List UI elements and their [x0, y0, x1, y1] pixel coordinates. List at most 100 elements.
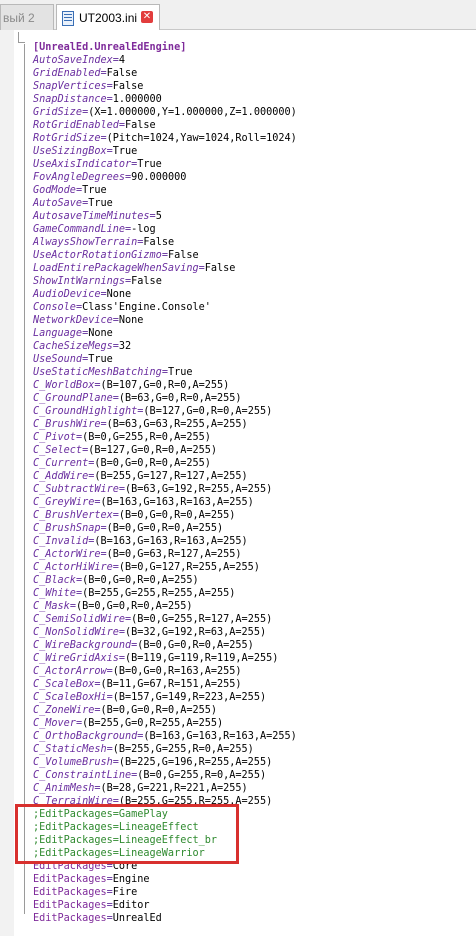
- code-line[interactable]: C_White=(B=255,G=255,R=255,A=255): [33, 587, 297, 600]
- code-line[interactable]: UseStaticMeshBatching=True: [33, 366, 297, 379]
- code-line[interactable]: EditPackages=Engine: [33, 873, 297, 886]
- setting-key: C_ActorArrow: [33, 666, 107, 677]
- code-line[interactable]: UseAxisIndicator=True: [33, 158, 297, 171]
- code-line[interactable]: C_ScaleBox=(B=11,G=67,R=151,A=255): [33, 678, 297, 691]
- code-line[interactable]: C_AddWire=(B=255,G=127,R=127,A=255): [33, 470, 297, 483]
- comment-text: ;EditPackages=GamePlay: [33, 809, 168, 820]
- code-line[interactable]: ShowIntWarnings=False: [33, 275, 297, 288]
- setting-value: (B=157,G=149,R=223,A=255): [112, 692, 267, 703]
- code-line[interactable]: C_Mover=(B=255,G=0,R=255,A=255): [33, 717, 297, 730]
- setting-value: (B=225,G=196,R=255,A=255): [118, 757, 273, 768]
- code-line[interactable]: C_ActorHiWire=(B=0,G=127,R=255,A=255): [33, 561, 297, 574]
- code-line[interactable]: LoadEntirePackageWhenSaving=False: [33, 262, 297, 275]
- code-line[interactable]: AudioDevice=None: [33, 288, 297, 301]
- code-line[interactable]: C_Current=(B=0,G=0,R=0,A=255): [33, 457, 297, 470]
- code-line[interactable]: ;EditPackages=LineageEffect_br: [33, 834, 297, 847]
- code-line[interactable]: C_ScaleBoxHi=(B=157,G=149,R=223,A=255): [33, 691, 297, 704]
- code-line[interactable]: C_Black=(B=0,G=0,R=0,A=255): [33, 574, 297, 587]
- code-line[interactable]: GameCommandLine=-log: [33, 223, 297, 236]
- setting-value: True: [82, 185, 107, 196]
- code-line[interactable]: CacheSizeMegs=32: [33, 340, 297, 353]
- code-line[interactable]: ;EditPackages=GamePlay: [33, 808, 297, 821]
- code-line[interactable]: GridSize=(X=1.000000,Y=1.000000,Z=1.0000…: [33, 106, 297, 119]
- code-line[interactable]: C_GreyWire=(B=163,G=163,R=163,A=255): [33, 496, 297, 509]
- setting-key: C_WorldBox: [33, 380, 95, 391]
- code-line[interactable]: AutoSaveIndex=4: [33, 54, 297, 67]
- setting-key: C_BrushVertex: [33, 510, 113, 521]
- setting-key: C_VolumeBrush: [33, 757, 113, 768]
- close-icon[interactable]: ✕: [141, 11, 153, 23]
- code-line[interactable]: C_Select=(B=127,G=0,R=0,A=255): [33, 444, 297, 457]
- code-line[interactable]: UseActorRotationGizmo=False: [33, 249, 297, 262]
- text-editor[interactable]: [UnrealEd.UnrealEdEngine] AutoSaveIndex=4…: [0, 30, 476, 936]
- setting-value: (B=11,G=67,R=151,A=255): [100, 679, 242, 690]
- code-line[interactable]: RotGridSize=(Pitch=1024,Yaw=1024,Roll=10…: [33, 132, 297, 145]
- code-line[interactable]: EditPackages=UnrealEd: [33, 912, 297, 925]
- setting-value: (B=255,G=255,R=255,A=255): [82, 588, 236, 599]
- fold-marker[interactable]: [18, 32, 25, 43]
- code-line[interactable]: GodMode=True: [33, 184, 297, 197]
- setting-key: C_ConstraintLine: [33, 770, 132, 781]
- code-line[interactable]: C_Pivot=(B=0,G=255,R=0,A=255): [33, 431, 297, 444]
- code-line[interactable]: SnapDistance=1.000000: [33, 93, 297, 106]
- setting-value: (B=0,G=0,R=0,A=255): [118, 510, 236, 521]
- code-line[interactable]: C_ActorWire=(B=0,G=63,R=127,A=255): [33, 548, 297, 561]
- code-line[interactable]: UseSizingBox=True: [33, 145, 297, 158]
- file-icon: [62, 10, 74, 26]
- code-line[interactable]: C_GroundPlane=(B=63,G=0,R=0,A=255): [33, 392, 297, 405]
- setting-key: C_ScaleBox: [33, 679, 95, 690]
- setting-key: UseAxisIndicator: [33, 159, 132, 170]
- code-line[interactable]: C_BrushSnap=(B=0,G=0,R=0,A=255): [33, 522, 297, 535]
- code-line[interactable]: C_AnimMesh=(B=28,G=221,R=221,A=255): [33, 782, 297, 795]
- code-line[interactable]: C_GroundHighlight=(B=127,G=0,R=0,A=255): [33, 405, 297, 418]
- code-line[interactable]: C_OrthoBackground=(B=163,G=163,R=163,A=2…: [33, 730, 297, 743]
- setting-key: C_GreyWire: [33, 497, 95, 508]
- code-line[interactable]: C_WireGridAxis=(B=119,G=119,R=119,A=255): [33, 652, 297, 665]
- code-lines[interactable]: [UnrealEd.UnrealEdEngine] AutoSaveIndex=4…: [33, 41, 297, 925]
- code-line[interactable]: RotGridEnabled=False: [33, 119, 297, 132]
- code-line[interactable]: C_ActorArrow=(B=0,G=0,R=163,A=255): [33, 665, 297, 678]
- code-line[interactable]: EditPackages=Fire: [33, 886, 297, 899]
- code-line[interactable]: EditPackages=Editor: [33, 899, 297, 912]
- setting-value: 32: [118, 341, 132, 352]
- code-line[interactable]: Language=None: [33, 327, 297, 340]
- setting-key: C_Pivot: [33, 432, 76, 443]
- code-line[interactable]: C_SubtractWire=(B=63,G=192,R=255,A=255): [33, 483, 297, 496]
- code-line[interactable]: GridEnabled=False: [33, 67, 297, 80]
- code-line[interactable]: FovAngleDegrees=90.000000: [33, 171, 297, 184]
- code-line[interactable]: ;EditPackages=LineageEffect: [33, 821, 297, 834]
- code-line[interactable]: EditPackages=Core: [33, 860, 297, 873]
- code-line[interactable]: AutoSave=True: [33, 197, 297, 210]
- code-line[interactable]: AutosaveTimeMinutes=5: [33, 210, 297, 223]
- tab-ut2003-ini[interactable]: UT2003.ini ✕: [56, 4, 160, 31]
- code-line[interactable]: C_BrushWire=(B=63,G=63,R=255,A=255): [33, 418, 297, 431]
- code-line[interactable]: UseSound=True: [33, 353, 297, 366]
- code-line[interactable]: C_SemiSolidWire=(B=0,G=255,R=127,A=255): [33, 613, 297, 626]
- comment-text: ;EditPackages=LineageEffect: [33, 822, 199, 833]
- setting-value: (B=0,G=255,R=0,A=255): [82, 432, 211, 443]
- setting-key: GridEnabled: [33, 68, 101, 79]
- code-line[interactable]: C_ZoneWire=(B=0,G=0,R=0,A=255): [33, 704, 297, 717]
- code-line[interactable]: AlwaysShowTerrain=False: [33, 236, 297, 249]
- code-line[interactable]: C_WorldBox=(B=107,G=0,R=0,A=255): [33, 379, 297, 392]
- code-line[interactable]: SnapVertices=False: [33, 80, 297, 93]
- code-line[interactable]: C_VolumeBrush=(B=225,G=196,R=255,A=255): [33, 756, 297, 769]
- code-line[interactable]: C_WireBackground=(B=0,G=0,R=0,A=255): [33, 639, 297, 652]
- setting-key: NetworkDevice: [33, 315, 113, 326]
- code-line[interactable]: C_TerrainWire=(B=255,G=255,R=255,A=255): [33, 795, 297, 808]
- code-line[interactable]: C_Mask=(B=0,G=0,R=0,A=255): [33, 600, 297, 613]
- code-line[interactable]: C_ConstraintLine=(B=0,G=255,R=0,A=255): [33, 769, 297, 782]
- code-line[interactable]: ;EditPackages=LineageWarrior: [33, 847, 297, 860]
- setting-value: (B=0,G=0,R=0,A=255): [137, 640, 254, 651]
- setting-value: 90.000000: [131, 172, 187, 183]
- code-line[interactable]: C_StaticMesh=(B=255,G=255,R=0,A=255): [33, 743, 297, 756]
- code-line[interactable]: C_NonSolidWire=(B=32,G=192,R=63,A=255): [33, 626, 297, 639]
- code-line[interactable]: NetworkDevice=None: [33, 314, 297, 327]
- code-line[interactable]: C_BrushVertex=(B=0,G=0,R=0,A=255): [33, 509, 297, 522]
- code-line[interactable]: Console=Class'Engine.Console': [33, 301, 297, 314]
- setting-key: C_BrushSnap: [33, 523, 101, 534]
- code-line[interactable]: [UnrealEd.UnrealEdEngine]: [33, 41, 297, 54]
- code-line[interactable]: C_Invalid=(B=163,G=163,R=163,A=255): [33, 535, 297, 548]
- setting-key: C_Current: [33, 458, 89, 469]
- tab-other-file[interactable]: вый 2: [0, 4, 54, 30]
